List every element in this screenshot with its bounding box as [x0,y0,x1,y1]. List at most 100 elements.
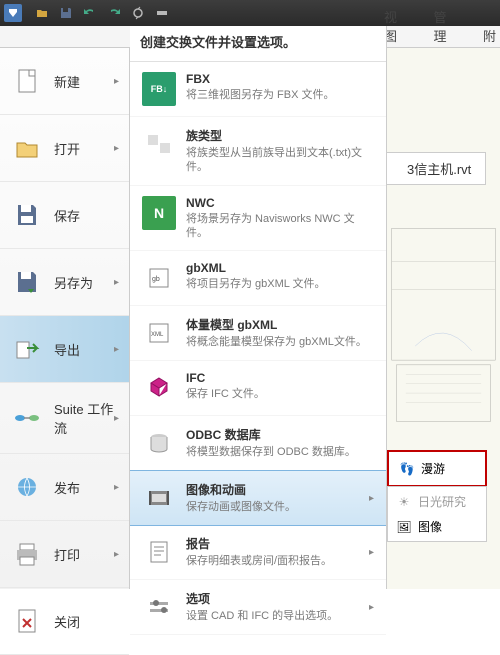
flyout-walkthrough[interactable]: 👣 漫游 [393,456,481,481]
chevron-right-icon: ▸ [114,482,119,493]
chevron-right-icon: ▸ [114,143,119,154]
new-file-icon [10,64,44,98]
export-family-types[interactable]: 族类型将族类型从当前族导出到文本(.txt)文件。 [130,117,386,186]
menu-open-label: 打开 [54,139,114,158]
export-nwc-desc: 将场景另存为 Navisworks NWC 文件。 [186,212,374,241]
chevron-right-icon: ▸ [114,413,119,424]
export-fbx-desc: 将三维视图另存为 FBX 文件。 [186,88,374,102]
export-family-title: 族类型 [186,127,374,144]
document-tab[interactable]: 3信主机.rvt [387,152,486,185]
export-panel-header: 创建交换文件并设置选项。 [130,26,386,62]
gbxml-icon: gb [142,261,176,295]
export-gbxml[interactable]: gb gbXML 将项目另存为 gbXML 文件。 [130,251,386,306]
export-odbc-desc: 将模型数据保存到 ODBC 数据库。 [186,445,374,459]
menu-suite[interactable]: Suite 工作流 ▸ [0,383,129,454]
sun-icon: ☀ [396,494,412,510]
options-icon [142,590,176,624]
measure-icon[interactable] [151,3,173,23]
app-logo[interactable] [4,4,22,22]
chevron-right-icon: ▸ [114,76,119,87]
footsteps-icon: 👣 [399,461,415,477]
chevron-right-icon: ▸ [369,547,374,558]
flyout-solar-label: 日光研究 [418,493,466,510]
menu-export[interactable]: 导出 ▸ [0,316,129,383]
images-animation-flyout-rest: ☀ 日光研究 🖼 图像 [387,486,487,542]
application-menu: 新建 ▸ 打开 ▸ 保存 另存为 ▸ 导出 ▸ Suite 工作流 ▸ 发布 ▸… [0,48,130,589]
nwc-icon: N [142,196,176,230]
suite-workflow-icon [10,401,44,435]
export-gbxml-desc: 将项目另存为 gbXML 文件。 [186,277,374,291]
quick-access-toolbar [0,0,500,26]
export-ifc[interactable]: IFC 保存 IFC 文件。 [130,361,386,416]
menu-save-label: 保存 [54,206,119,225]
flyout-walkthrough-label: 漫游 [421,460,445,477]
menu-export-label: 导出 [54,340,114,359]
export-mass-gbxml[interactable]: XML 体量模型 gbXML 将概念能量模型保存为 gbXML文件。 [130,306,386,361]
export-ifc-desc: 保存 IFC 文件。 [186,387,374,401]
images-animation-flyout: 👣 漫游 [387,450,487,487]
menu-save[interactable]: 保存 [0,182,129,249]
chevron-right-icon: ▸ [114,344,119,355]
mass-gbxml-icon: XML [142,316,176,350]
save-icon[interactable] [55,3,77,23]
export-images-animation[interactable]: 图像和动画保存动画或图像文件。 ▸ [130,470,386,526]
export-options-list: FB↓ FBX将三维视图另存为 FBX 文件。 族类型将族类型从当前族导出到文本… [130,62,386,635]
menu-close-label: 关闭 [54,612,119,631]
menu-new[interactable]: 新建 ▸ [0,48,129,115]
undo-icon[interactable] [79,3,101,23]
flyout-solar-study[interactable]: ☀ 日光研究 [390,489,484,514]
print-icon [10,537,44,571]
menu-suite-label: Suite 工作流 [54,399,114,437]
menu-open[interactable]: 打开 ▸ [0,115,129,182]
export-icon [10,332,44,366]
export-reports[interactable]: 报告保存明细表或房间/面积报告。 ▸ [130,525,386,580]
export-reports-desc: 保存明细表或房间/面积报告。 [186,554,369,568]
flyout-image-label: 图像 [418,518,442,535]
redo-icon[interactable] [103,3,125,23]
open-icon[interactable] [31,3,53,23]
flyout-image[interactable]: 🖼 图像 [390,514,484,539]
export-nwc[interactable]: N NWC 将场景另存为 Navisworks NWC 文件。 [130,186,386,252]
export-odbc-title: ODBC 数据库 [186,426,374,443]
export-family-desc: 将族类型从当前族导出到文本(.txt)文件。 [186,146,374,175]
svg-text:XML: XML [151,332,164,338]
export-images-desc: 保存动画或图像文件。 [186,500,369,514]
export-options-title: 选项 [186,590,369,607]
menu-print[interactable]: 打印 ▸ [0,521,129,588]
menu-publish[interactable]: 发布 ▸ [0,454,129,521]
chevron-right-icon: ▸ [369,493,374,504]
menu-print-label: 打印 [54,545,114,564]
family-type-icon [142,127,176,161]
export-gbxml-title: gbXML [186,261,374,275]
saveas-icon [10,265,44,299]
ifc-icon [142,371,176,405]
export-options-desc: 设置 CAD 和 IFC 的导出选项。 [186,609,369,623]
open-folder-icon [10,131,44,165]
menu-close[interactable]: 关闭 [0,588,129,655]
export-options[interactable]: 选项设置 CAD 和 IFC 的导出选项。 ▸ [130,580,386,635]
export-fbx[interactable]: FB↓ FBX将三维视图另存为 FBX 文件。 [130,62,386,117]
close-file-icon [10,604,44,638]
menu-saveas[interactable]: 另存为 ▸ [0,249,129,316]
export-nwc-title: NWC [186,196,374,210]
chevron-right-icon: ▸ [369,602,374,613]
export-mass-desc: 将概念能量模型保存为 gbXML文件。 [186,335,374,349]
sync-icon[interactable] [127,3,149,23]
export-reports-title: 报告 [186,535,369,552]
filmstrip-icon [142,481,176,515]
export-ifc-title: IFC [186,371,374,385]
tab-addins[interactable]: 附 [479,24,500,47]
export-mass-title: 体量模型 gbXML [186,316,374,333]
save-disk-icon [10,198,44,232]
database-icon [142,426,176,460]
report-icon [142,535,176,569]
export-submenu-panel: 创建交换文件并设置选项。 FB↓ FBX将三维视图另存为 FBX 文件。 族类型… [130,26,387,589]
menu-new-label: 新建 [54,72,114,91]
picture-icon: 🖼 [396,519,412,535]
menu-publish-label: 发布 [54,478,114,497]
chevron-right-icon: ▸ [114,277,119,288]
export-odbc[interactable]: ODBC 数据库将模型数据保存到 ODBC 数据库。 [130,416,386,471]
tab-manage[interactable]: 管理 [429,5,462,47]
chevron-right-icon: ▸ [114,549,119,560]
export-images-title: 图像和动画 [186,481,369,498]
